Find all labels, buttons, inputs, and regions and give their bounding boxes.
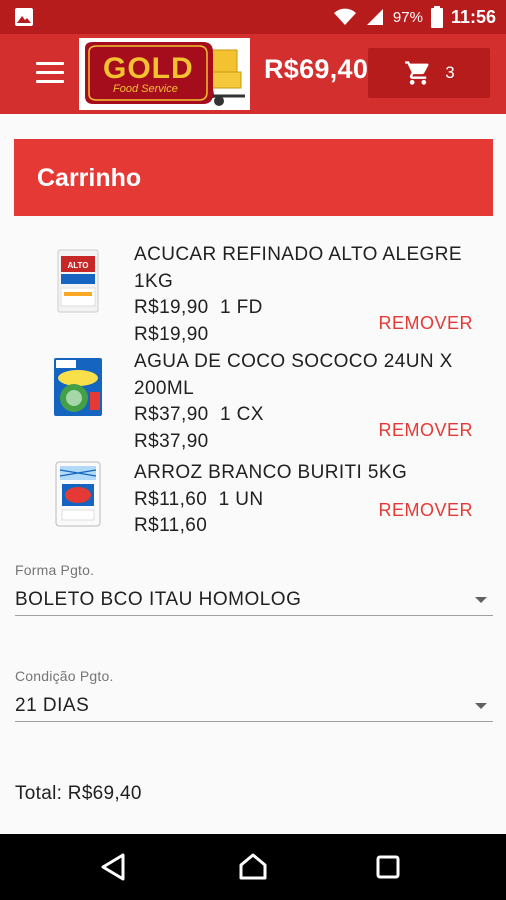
unit-price: R$37,90 <box>134 404 209 425</box>
image-icon <box>15 8 33 26</box>
payment-method-select[interactable]: BOLETO BCO ITAU HOMOLOG <box>15 578 493 616</box>
product-name: ACUCAR REFINADO ALTO ALEGRE 1KG <box>134 244 462 292</box>
logo-wordmark: GOLD <box>103 52 194 85</box>
payment-method-value: BOLETO BCO ITAU HOMOLOG <box>15 589 302 610</box>
dropdown-arrow-icon <box>475 703 487 709</box>
gold-food-service-logo: GOLD Food Service <box>79 38 250 110</box>
status-bar: 97% 11:56 <box>0 0 506 34</box>
cart-icon <box>405 61 429 85</box>
product-image-sugar: ALTO <box>57 249 99 313</box>
home-icon[interactable] <box>220 834 286 900</box>
cart-title-banner: Carrinho <box>14 139 493 216</box>
svg-text:Food Service: Food Service <box>113 83 178 95</box>
payment-method-field: Forma Pgto. BOLETO BCO ITAU HOMOLOG <box>15 562 493 616</box>
navigation-bar <box>0 834 506 900</box>
product-name: ARROZ BRANCO BURITI 5KG <box>134 462 408 483</box>
menu-button[interactable] <box>36 62 64 86</box>
cart-count-badge: 3 <box>445 63 455 82</box>
payment-method-label: Forma Pgto. <box>15 562 95 578</box>
quantity: 1 FD <box>220 297 263 318</box>
quantity: 1 UN <box>218 488 264 510</box>
unit-price: R$11,60 <box>134 488 208 510</box>
remove-button[interactable]: REMOVER <box>378 500 473 521</box>
product-name: AGUA DE COCO SOCOCO 24UN X 200ML <box>134 351 453 399</box>
app-bar: GOLD Food Service R$69,40 3 <box>0 34 506 114</box>
svg-text:ALTO: ALTO <box>67 261 88 270</box>
unit-price: R$19,90 <box>134 297 209 318</box>
signal-icon <box>366 9 383 25</box>
order-total: Total: R$69,40 <box>15 783 142 804</box>
battery-percent: 97% <box>392 8 423 26</box>
product-image-coconut-water <box>54 358 102 416</box>
payment-condition-value: 21 DIAS <box>15 695 90 716</box>
header-cart-total: R$69,40 <box>264 54 369 84</box>
recents-icon[interactable] <box>355 834 421 900</box>
dropdown-arrow-icon <box>475 597 487 603</box>
remove-button[interactable]: REMOVER <box>378 420 473 441</box>
payment-condition-select[interactable]: 21 DIAS <box>15 684 493 722</box>
battery-icon <box>430 6 443 28</box>
quantity: 1 CX <box>220 404 264 425</box>
wifi-icon <box>333 8 356 25</box>
back-icon[interactable] <box>80 834 146 900</box>
remove-button[interactable]: REMOVER <box>378 313 473 334</box>
clock: 11:56 <box>450 6 496 27</box>
payment-condition-label: Condição Pgto. <box>15 668 114 684</box>
payment-condition-field: Condição Pgto. 21 DIAS <box>15 668 493 722</box>
product-image-rice <box>55 461 101 527</box>
cart-button[interactable]: 3 <box>368 48 490 98</box>
page-title: Carrinho <box>37 164 142 192</box>
